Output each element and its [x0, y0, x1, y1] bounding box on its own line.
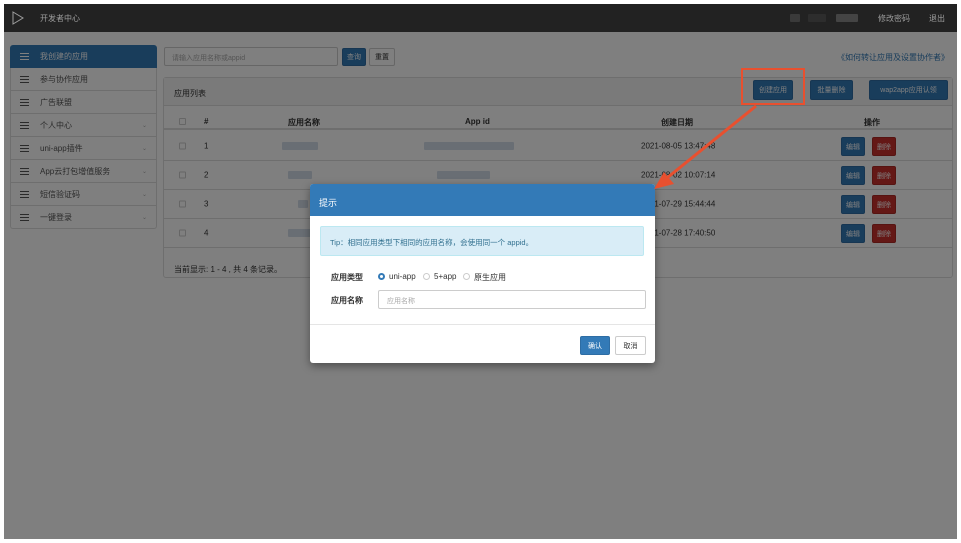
app-window: 开发者中心 修改密码 退出 我创建的应用参与协作应用广告联盟个人中心⌄uni-a…: [4, 4, 957, 539]
radio-5plus-app[interactable]: [423, 273, 430, 280]
radio-uni-app[interactable]: [378, 273, 385, 280]
app-name-input[interactable]: 应用名称: [378, 290, 646, 309]
app-title[interactable]: 开发者中心: [40, 13, 80, 24]
radio-native-app[interactable]: [463, 273, 470, 280]
confirm-button[interactable]: 确认: [580, 336, 610, 355]
annotation-highlight-box: [741, 68, 805, 105]
dialog-title: 提示: [310, 184, 655, 216]
logout-link[interactable]: 退出: [929, 13, 945, 24]
user-avatar[interactable]: [790, 14, 800, 22]
radio-uni-app-label[interactable]: uni-app: [389, 272, 416, 281]
top-navbar: 开发者中心 修改密码 退出: [4, 4, 957, 32]
tip-alert: Tip：相同应用类型下相同的应用名称，会使用同一个 appid。: [320, 226, 644, 256]
username-block[interactable]: [836, 14, 858, 22]
change-password-link[interactable]: 修改密码: [878, 13, 910, 24]
app-name-label: 应用名称: [331, 296, 363, 305]
logo-icon[interactable]: [11, 11, 25, 25]
app-type-label: 应用类型: [331, 273, 363, 282]
radio-native-app-label[interactable]: 原生应用: [474, 272, 506, 283]
cancel-button[interactable]: 取消: [615, 336, 646, 355]
user-info-block: [808, 14, 826, 22]
radio-5plus-app-label[interactable]: 5+app: [434, 272, 456, 281]
create-app-dialog: 提示 Tip：相同应用类型下相同的应用名称，会使用同一个 appid。 应用类型…: [310, 184, 655, 363]
dialog-footer-divider: [310, 324, 655, 325]
